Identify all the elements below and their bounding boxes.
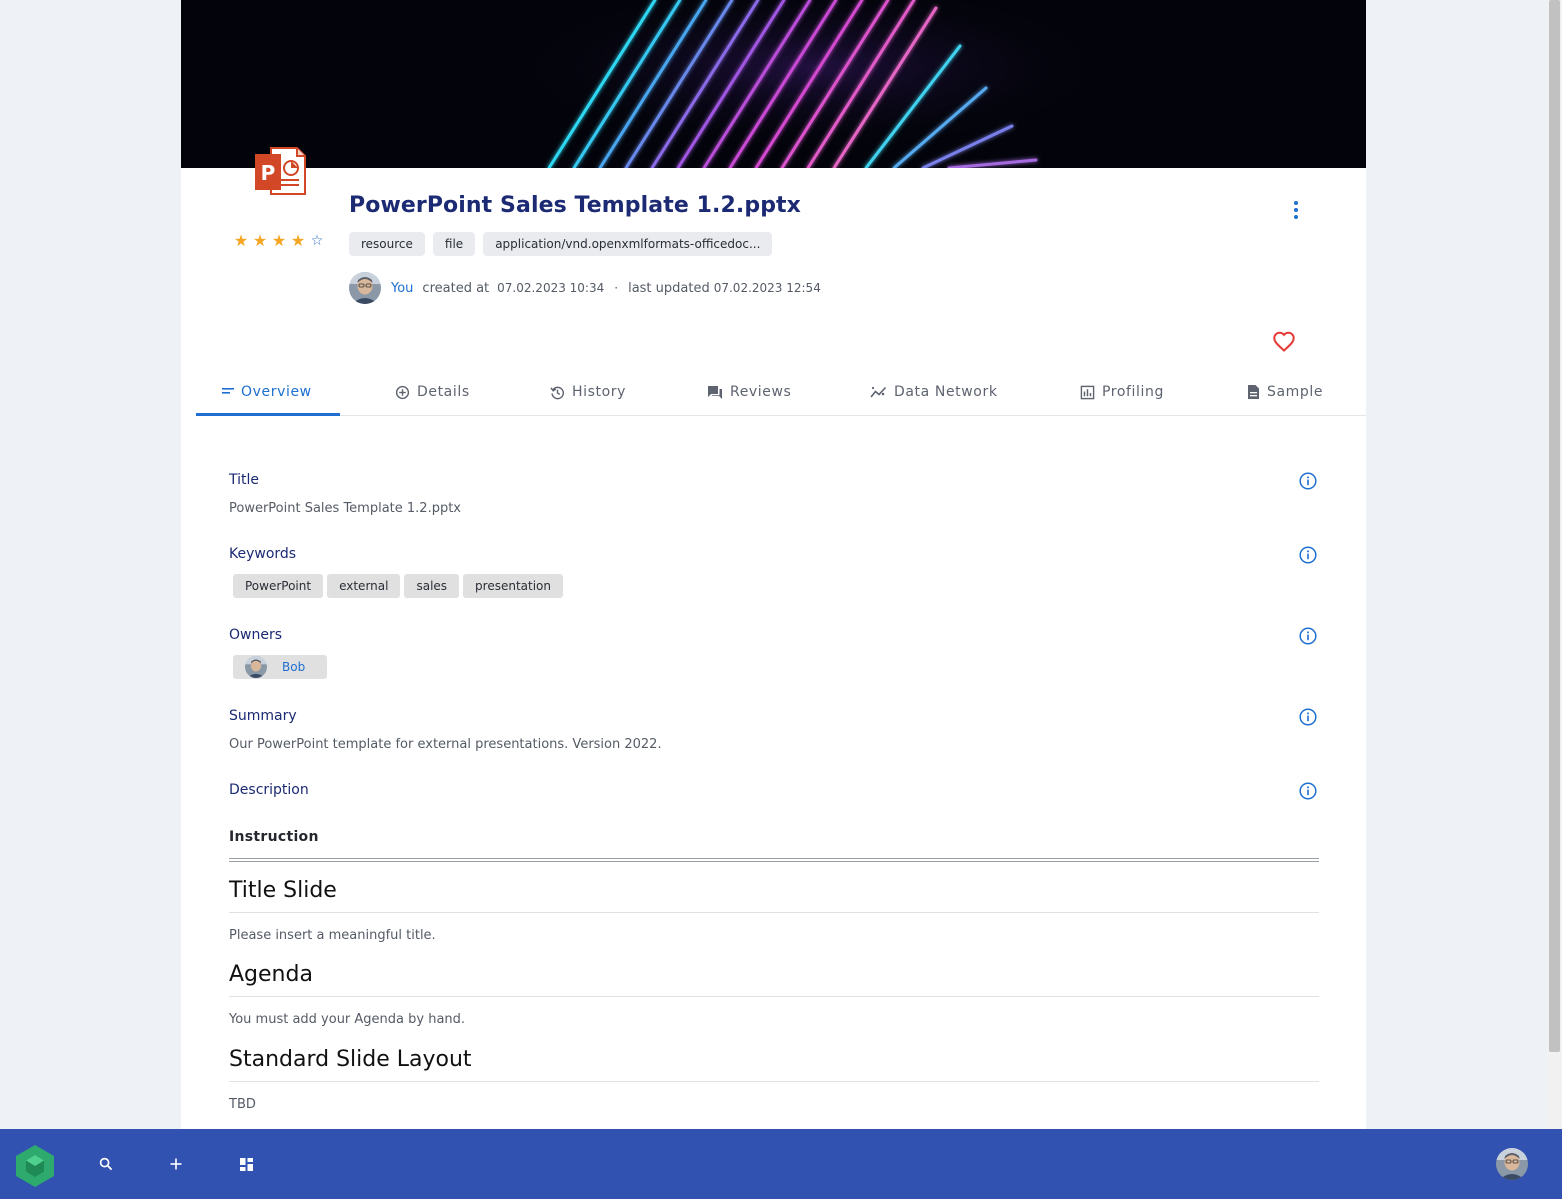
- table-chart-icon: [1080, 385, 1095, 399]
- description-icon: [1248, 385, 1259, 399]
- owner-chip[interactable]: Bob: [233, 655, 327, 679]
- keyword-chips: PowerPoint external sales presentation: [233, 574, 564, 598]
- resource-type-tags: resource file application/vnd.openxmlforma…: [349, 232, 773, 256]
- powerpoint-file-icon: P: [255, 147, 306, 195]
- section-text: You must add your Agenda by hand.: [229, 1012, 466, 1027]
- section-heading: Standard Slide Layout: [229, 1047, 472, 1072]
- search-icon: [99, 1157, 113, 1171]
- tab-details-label: Details: [417, 384, 470, 400]
- created-date: 07.02.2023 10:34: [497, 281, 605, 295]
- tab-history[interactable]: History: [550, 368, 626, 416]
- scrollbar-thumb[interactable]: [1549, 0, 1560, 1052]
- resource-tabs: Overview Details History Reviews Data Ne…: [196, 368, 1366, 416]
- svg-text:P: P: [261, 161, 276, 185]
- resource-page: P ★ ★ ★ ★ ☆ PowerPoint Sales Template 1.2.pp…: [181, 0, 1366, 1129]
- description-field-label: Description: [229, 782, 309, 798]
- heart-outline-icon[interactable]: [1272, 330, 1296, 354]
- type-tag: resource: [349, 232, 425, 256]
- info-circle-icon[interactable]: [1298, 545, 1318, 565]
- tab-overview[interactable]: Overview: [222, 368, 312, 416]
- keyword-chip[interactable]: PowerPoint: [233, 574, 324, 598]
- keyword-chip[interactable]: sales: [404, 574, 460, 598]
- info-circle-icon[interactable]: [1298, 626, 1318, 646]
- insights-icon: [870, 386, 887, 398]
- description-heading: Instruction: [229, 829, 319, 845]
- search-button[interactable]: [96, 1154, 116, 1174]
- section-heading: Agenda: [229, 962, 313, 987]
- info-circle-icon[interactable]: [1298, 781, 1318, 801]
- star-filled-icon[interactable]: ★: [233, 231, 249, 251]
- neon-lines-graphic: [481, 0, 1081, 168]
- tab-sample-label: Sample: [1267, 384, 1324, 400]
- tab-data-network[interactable]: Data Network: [870, 368, 998, 416]
- section-divider: [229, 912, 1319, 913]
- app-logo-icon[interactable]: [14, 1144, 56, 1188]
- plus-icon: [170, 1158, 182, 1170]
- creator-avatar: [349, 272, 381, 304]
- created-label: created at: [422, 280, 490, 296]
- tab-profiling-label: Profiling: [1102, 384, 1164, 400]
- owner-avatar: [245, 656, 267, 678]
- summary-field-value: Our PowerPoint template for external pre…: [229, 737, 662, 752]
- tab-overview-label: Overview: [241, 384, 312, 400]
- owner-name: Bob: [282, 660, 306, 674]
- subject-icon: [222, 388, 234, 394]
- page-scrollbar[interactable]: [1547, 0, 1562, 1129]
- section-divider: [229, 996, 1319, 997]
- summary-field-label: Summary: [229, 708, 297, 724]
- add-button[interactable]: [166, 1154, 186, 1174]
- updated-label: last updated: [628, 280, 710, 296]
- history-icon: [550, 386, 564, 399]
- tab-profiling[interactable]: Profiling: [1080, 368, 1164, 416]
- dashboard-button[interactable]: [236, 1154, 256, 1174]
- info-circle-icon[interactable]: [1298, 471, 1318, 491]
- forum-icon: [708, 385, 722, 399]
- updated-date: 07.02.2023 12:54: [713, 281, 821, 295]
- active-tab-indicator: [196, 413, 340, 416]
- tab-history-label: History: [572, 384, 627, 400]
- title-field-value: PowerPoint Sales Template 1.2.pptx: [229, 501, 462, 516]
- resource-title: PowerPoint Sales Template 1.2.pptx: [349, 193, 801, 218]
- creator-link[interactable]: You: [391, 281, 413, 296]
- type-tag: application/vnd.openxmlformats-officedoc…: [483, 232, 773, 256]
- section-divider: [229, 1081, 1319, 1082]
- resource-meta: You created at 07.02.2023 10:34 · last u…: [349, 272, 821, 304]
- owners-field-label: Owners: [229, 627, 283, 643]
- type-tag: file: [432, 232, 476, 256]
- section-text: TBD: [229, 1097, 256, 1112]
- rating-stars[interactable]: ★ ★ ★ ★ ☆: [233, 231, 325, 251]
- title-field-label: Title: [229, 472, 260, 488]
- tab-details[interactable]: Details: [395, 368, 470, 416]
- section-text: Please insert a meaningful title.: [229, 928, 436, 943]
- more-vert-icon[interactable]: [1287, 198, 1305, 222]
- user-avatar[interactable]: [1496, 1148, 1528, 1180]
- tab-reviews-label: Reviews: [730, 384, 792, 400]
- info-circle-icon[interactable]: [1298, 707, 1318, 727]
- tab-reviews[interactable]: Reviews: [707, 368, 791, 416]
- add-circle-icon: [395, 385, 410, 399]
- keywords-field-label: Keywords: [229, 546, 297, 562]
- tab-data-network-label: Data Network: [894, 384, 998, 400]
- section-heading: Title Slide: [229, 878, 337, 903]
- meta-separator: ·: [614, 281, 619, 295]
- tab-sample[interactable]: Sample: [1247, 368, 1323, 416]
- star-outline-icon[interactable]: ☆: [309, 231, 325, 251]
- cover-banner: [181, 0, 1366, 168]
- star-filled-icon[interactable]: ★: [271, 231, 287, 251]
- dashboard-icon: [239, 1157, 253, 1171]
- keyword-chip[interactable]: presentation: [463, 574, 564, 598]
- bottom-navigation-bar: [0, 1129, 1562, 1199]
- star-filled-icon[interactable]: ★: [252, 231, 268, 251]
- keyword-chip[interactable]: external: [327, 574, 401, 598]
- star-filled-icon[interactable]: ★: [290, 231, 306, 251]
- heading-divider: [229, 858, 1319, 862]
